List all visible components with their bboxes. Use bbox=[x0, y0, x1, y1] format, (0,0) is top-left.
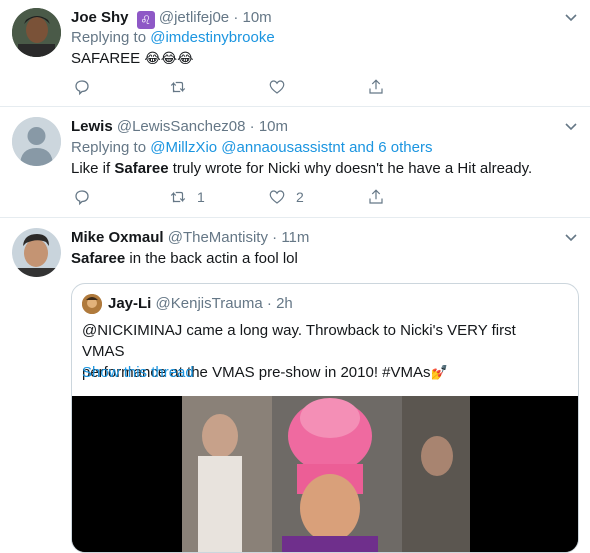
caret-down-icon[interactable] bbox=[564, 11, 578, 25]
tweet-text-body: SAFAREE bbox=[71, 50, 141, 67]
tweet-text: Like if Safaree truly wrote for Nicki wh… bbox=[71, 159, 532, 179]
share-icon bbox=[369, 189, 383, 204]
quoted-tweet-card[interactable]: Jay-Li @KenjisTrauma · 2h @NICKIMINAJ ca… bbox=[71, 283, 579, 553]
tweet-text-pre: Like if bbox=[71, 160, 115, 177]
tweet-text-bold: Safaree bbox=[71, 250, 126, 267]
replying-to: Replying to @imdestinybrooke bbox=[71, 28, 275, 48]
tweet-text-post: in the back actin a fool lol bbox=[125, 250, 298, 267]
retweet-button[interactable]: 1 bbox=[169, 188, 205, 206]
quoted-display-name[interactable]: Jay-Li bbox=[108, 295, 151, 312]
avatar[interactable] bbox=[12, 8, 61, 57]
display-name[interactable]: Joe Shy bbox=[71, 9, 129, 26]
quoted-media-video[interactable] bbox=[72, 396, 578, 552]
quoted-avatar[interactable] bbox=[82, 294, 102, 314]
like-count: 2 bbox=[296, 189, 304, 205]
video-frame-image bbox=[72, 396, 578, 552]
share-icon bbox=[369, 79, 383, 94]
quoted-timestamp[interactable]: 2h bbox=[276, 295, 293, 312]
tweet-actions: 1 2 bbox=[71, 188, 401, 208]
retweet-count: 1 bbox=[197, 189, 205, 205]
replying-to: Replying to @MillzXio @annaousassistnt a… bbox=[71, 138, 432, 158]
separator-dot: · bbox=[266, 295, 272, 312]
like-button[interactable]: 2 bbox=[268, 188, 304, 206]
timestamp[interactable]: 11m bbox=[281, 229, 309, 246]
display-name[interactable]: Mike Oxmaul bbox=[71, 229, 164, 246]
emoji-laughing: 😂😂😂 bbox=[144, 50, 194, 66]
tweet-text: Safaree in the back actin a fool lol bbox=[71, 249, 298, 269]
timestamp[interactable]: 10m bbox=[259, 118, 288, 135]
avatar[interactable] bbox=[12, 117, 61, 166]
separator-dot: · bbox=[272, 229, 278, 246]
tweet-text-bold: Safaree bbox=[114, 160, 169, 177]
user-handle[interactable]: @jetlifej0e bbox=[159, 9, 229, 26]
reply-button[interactable] bbox=[73, 78, 91, 96]
separator-dot: · bbox=[249, 118, 255, 135]
tweet-joe-shy[interactable]: Joe Shy ♌ @jetlifej0e · 10m Replying to … bbox=[0, 0, 590, 107]
like-icon bbox=[269, 80, 285, 94]
nail-polish-emoji: 💅 bbox=[430, 364, 448, 380]
zodiac-badge: ♌ bbox=[136, 11, 155, 29]
retweet-button[interactable] bbox=[169, 78, 197, 96]
tweet-actions bbox=[71, 78, 401, 98]
replying-prefix: Replying to bbox=[71, 139, 147, 156]
show-thread-link[interactable]: Show this thread bbox=[82, 363, 194, 383]
tweet-lewis[interactable]: Lewis @LewisSanchez08 · 10m Replying to … bbox=[0, 107, 590, 218]
timestamp[interactable]: 10m bbox=[242, 9, 271, 26]
display-name[interactable]: Lewis bbox=[71, 118, 113, 135]
reply-icon bbox=[75, 190, 89, 206]
quoted-user-handle[interactable]: @KenjisTrauma bbox=[156, 295, 263, 312]
reply-icon bbox=[75, 80, 89, 96]
like-button[interactable] bbox=[268, 78, 296, 96]
share-button[interactable] bbox=[367, 188, 385, 206]
caret-down-icon[interactable] bbox=[564, 231, 578, 245]
reply-button[interactable] bbox=[73, 188, 91, 206]
tweet-text: SAFAREE 😂😂😂 bbox=[71, 48, 193, 69]
user-handle[interactable]: @TheMantisity bbox=[168, 229, 268, 246]
avatar[interactable] bbox=[12, 228, 61, 277]
retweet-icon bbox=[170, 191, 186, 203]
replying-prefix: Replying to bbox=[71, 29, 147, 46]
retweet-icon bbox=[170, 81, 186, 93]
replying-to-link[interactable]: @imdestinybrooke bbox=[150, 29, 274, 46]
tweet-text-post: truly wrote for Nicki why doesn't he hav… bbox=[168, 160, 533, 177]
quoted-text-line1: @NICKIMINAJ came a long way. Throwback t… bbox=[82, 322, 516, 360]
like-icon bbox=[269, 190, 285, 204]
share-button[interactable] bbox=[367, 78, 385, 96]
user-handle[interactable]: @LewisSanchez08 bbox=[117, 118, 246, 135]
caret-down-icon[interactable] bbox=[564, 120, 578, 134]
separator-dot: · bbox=[233, 9, 239, 26]
replying-to-link[interactable]: @MillzXio @annaousassistnt and 6 others bbox=[150, 139, 432, 156]
